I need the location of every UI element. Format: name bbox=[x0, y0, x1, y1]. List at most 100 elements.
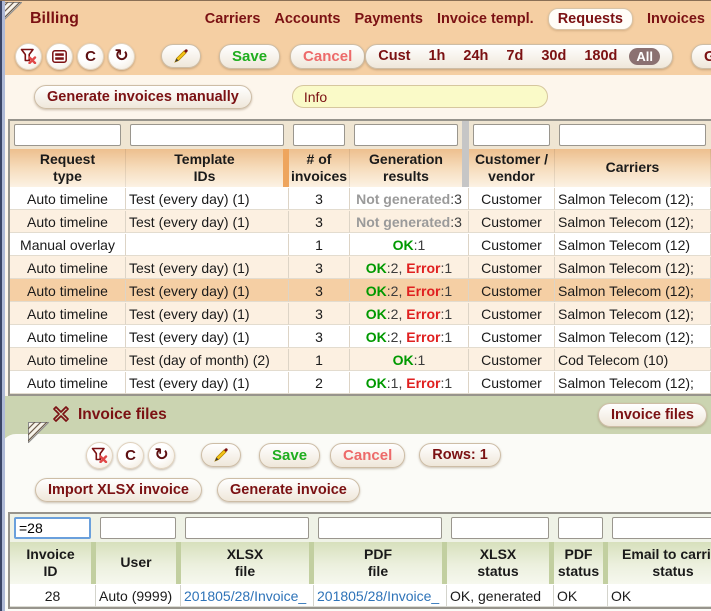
nav-tab-accounts[interactable]: Accounts bbox=[274, 11, 340, 27]
nav-tab-invoices[interactable]: Invoices bbox=[647, 11, 705, 27]
column-header-xlsx-file[interactable]: XLSX file bbox=[181, 542, 314, 584]
cell-carriers: Salmon Telecom (12); bbox=[555, 187, 711, 210]
save-button[interactable]: Save bbox=[259, 442, 321, 468]
nav-tab-carriers[interactable]: Carriers bbox=[205, 11, 261, 27]
range-7d[interactable]: 7d bbox=[506, 48, 523, 64]
pdf-file-link[interactable]: 201805/28/Invoice_ bbox=[317, 588, 439, 604]
filter-cell bbox=[96, 514, 181, 542]
filter-email-status-input[interactable] bbox=[612, 517, 711, 539]
column-header-carriers[interactable]: Carriers bbox=[555, 149, 711, 187]
close-x-icon[interactable] bbox=[52, 405, 70, 423]
filter-user-input[interactable] bbox=[100, 517, 176, 539]
table-row[interactable]: Auto timeline Test (every day) (1) 3 OK:… bbox=[10, 325, 711, 348]
cell-template-ids: Test (every day) (1) bbox=[126, 256, 289, 279]
table-row[interactable]: Auto timeline Test (every day) (1) 3 Not… bbox=[10, 210, 711, 233]
save-button[interactable]: Save bbox=[219, 43, 281, 69]
range-cust[interactable]: Cust bbox=[378, 48, 410, 64]
cell-request-type: Auto timeline bbox=[10, 302, 126, 325]
cell-template-ids bbox=[126, 233, 289, 256]
nav-tab-invoice-templates[interactable]: Invoice templ. bbox=[437, 11, 534, 27]
cell-carriers: Salmon Telecom (12); bbox=[555, 210, 711, 233]
generate-invoice-button[interactable]: Generate invoice bbox=[217, 478, 360, 502]
filter-request-type-input[interactable] bbox=[14, 124, 121, 146]
table-row[interactable]: Auto timeline Test (every day) (1) 2 OK:… bbox=[10, 371, 711, 394]
column-header-num-invoices[interactable]: # of invoices bbox=[289, 149, 350, 187]
nav-tab-payments[interactable]: Payments bbox=[354, 11, 423, 27]
invoice-files-filter-row bbox=[10, 514, 711, 542]
invoice-files-corner-button[interactable]: Invoice files bbox=[597, 403, 707, 427]
filter-num-invoices-input[interactable] bbox=[293, 124, 345, 146]
filter-customer-vendor-input[interactable] bbox=[473, 124, 550, 146]
column-header-request-type[interactable]: Request type bbox=[10, 149, 126, 187]
refresh-button[interactable]: ↻ bbox=[148, 441, 175, 469]
filter-generation-results-input[interactable] bbox=[354, 124, 458, 146]
window-left-edge-inner bbox=[2, 1, 5, 611]
column-header-customer-vendor[interactable]: Customer / vendor bbox=[469, 149, 555, 187]
filter-xlsx-status-input[interactable] bbox=[451, 517, 549, 539]
filter-template-ids-input[interactable] bbox=[130, 124, 284, 146]
table-row[interactable]: Auto timeline Test (every day) (1) 3 OK:… bbox=[10, 256, 711, 279]
info-input[interactable] bbox=[291, 85, 548, 108]
range-1h[interactable]: 1h bbox=[428, 48, 445, 64]
column-header-pdf-file[interactable]: PDF file bbox=[314, 542, 447, 584]
cell-customer-vendor: Customer bbox=[469, 348, 555, 371]
column-header-template-ids[interactable]: Template IDs bbox=[126, 149, 289, 187]
cell-request-type: Manual overlay bbox=[10, 233, 126, 256]
refresh-button[interactable]: ↻ bbox=[108, 42, 135, 70]
cell-generation-results: OK:1, Error:1 bbox=[350, 371, 469, 394]
filter-carriers-input[interactable] bbox=[559, 124, 706, 146]
cell-customer-vendor: Customer bbox=[469, 210, 555, 233]
cancel-button[interactable]: Cancel bbox=[330, 442, 406, 468]
go-button[interactable]: GO bbox=[691, 43, 711, 69]
cell-generation-results: Not generated:3 bbox=[350, 210, 469, 233]
table-row-selected[interactable]: Auto timeline Test (every day) (1) 3 OK:… bbox=[10, 279, 711, 302]
cell-generation-results: Not generated:3 bbox=[350, 187, 469, 210]
cell-num-invoices: 1 bbox=[289, 348, 350, 371]
table-row[interactable]: 28 Auto (9999) 201805/28/Invoice_ 201805… bbox=[10, 584, 711, 607]
table-row[interactable]: Auto timeline Test (every day) (1) 3 Not… bbox=[10, 187, 711, 210]
column-header-pdf-status[interactable]: PDF status bbox=[554, 542, 608, 584]
filter-invoice-id-input[interactable] bbox=[14, 517, 91, 539]
edit-button[interactable] bbox=[201, 443, 241, 467]
filter-pdf-status-input[interactable] bbox=[558, 517, 603, 539]
cell-generation-results: OK:2, Error:1 bbox=[350, 325, 469, 348]
table-row[interactable]: Manual overlay 1 OK:1 Customer Salmon Te… bbox=[10, 233, 711, 256]
cell-num-invoices: 3 bbox=[289, 256, 350, 279]
column-header-invoice-id[interactable]: Invoice ID bbox=[10, 542, 96, 584]
cell-customer-vendor: Customer bbox=[469, 279, 555, 302]
nav-tab-requests[interactable]: Requests bbox=[547, 8, 633, 30]
fold-corner-icon[interactable] bbox=[28, 422, 49, 443]
range-30d[interactable]: 30d bbox=[541, 48, 566, 64]
cell-generation-results: OK:2, Error:1 bbox=[350, 302, 469, 325]
range-180d[interactable]: 180d bbox=[584, 48, 617, 64]
filter-xlsx-file-input[interactable] bbox=[185, 517, 309, 539]
date-range-selector: Cust 1h 24h 7d 30d 180d All bbox=[365, 43, 674, 69]
filter-cell bbox=[181, 514, 314, 542]
cell-generation-results: OK:2, Error:1 bbox=[350, 279, 469, 302]
import-xlsx-invoice-button[interactable]: Import XLSX invoice bbox=[35, 478, 202, 502]
range-all-selected-badge[interactable]: All bbox=[629, 47, 661, 65]
edit-button[interactable] bbox=[161, 44, 201, 68]
filter-clear-button[interactable] bbox=[15, 42, 42, 70]
c-button[interactable]: C bbox=[117, 441, 144, 469]
rows-layout-button[interactable] bbox=[46, 42, 73, 70]
generate-invoices-manually-button[interactable]: Generate invoices manually bbox=[34, 84, 252, 109]
pencil-icon bbox=[214, 448, 228, 462]
cell-customer-vendor: Customer bbox=[469, 187, 555, 210]
c-button[interactable]: C bbox=[77, 42, 104, 70]
column-header-email-status[interactable]: Email to carrier status bbox=[608, 542, 711, 584]
cell-customer-vendor: Customer bbox=[469, 371, 555, 394]
column-header-xlsx-status[interactable]: XLSX status bbox=[447, 542, 554, 584]
filter-clear-button[interactable] bbox=[86, 441, 113, 469]
cell-xlsx-file: 201805/28/Invoice_ bbox=[181, 584, 314, 607]
column-header-generation-results[interactable]: Generation results bbox=[350, 149, 469, 187]
filter-pdf-file-input[interactable] bbox=[318, 517, 442, 539]
column-header-user[interactable]: User bbox=[96, 542, 181, 584]
range-24h[interactable]: 24h bbox=[463, 48, 488, 64]
table-row[interactable]: Auto timeline Test (every day) (1) 3 OK:… bbox=[10, 302, 711, 325]
xlsx-file-link[interactable]: 201805/28/Invoice_ bbox=[184, 588, 306, 604]
cancel-button[interactable]: Cancel bbox=[290, 43, 366, 69]
table-row[interactable]: Auto timeline Test (day of month) (2) 1 … bbox=[10, 348, 711, 371]
actions-row: Generate invoices manually bbox=[0, 83, 711, 110]
cell-num-invoices: 3 bbox=[289, 210, 350, 233]
